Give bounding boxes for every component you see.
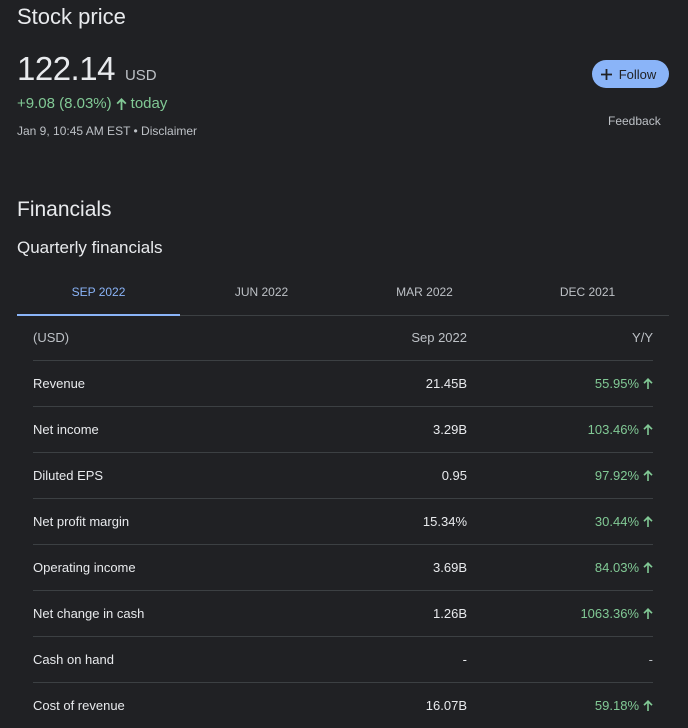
- yy-value: 97.92%: [594, 468, 639, 483]
- row-label: Cash on hand: [33, 652, 114, 667]
- row-yy-change: 30.44%: [467, 514, 653, 529]
- arrow-up-icon: [116, 97, 127, 110]
- arrow-up-icon: [643, 470, 653, 482]
- arrow-up-icon: [643, 608, 653, 620]
- feedback-link[interactable]: Feedback: [608, 114, 661, 128]
- yy-value: 59.18%: [594, 698, 639, 713]
- follow-label: Follow: [618, 66, 657, 82]
- row-yy-change: -: [467, 652, 653, 667]
- section-title: Stock price: [17, 4, 126, 29]
- tab-jun-2022[interactable]: JUN 2022: [180, 268, 343, 315]
- price-change-value: +9.08 (8.03%): [17, 95, 112, 112]
- row-label: Operating income: [33, 560, 136, 575]
- yy-value: 84.03%: [594, 560, 639, 575]
- table-row: Net change in cash 1.26B 1063.36%: [33, 591, 653, 637]
- table-row: Cash on hand - -: [33, 637, 653, 683]
- quarterly-financials-title: Quarterly financials: [17, 238, 163, 257]
- price-row: 122.14 USD: [17, 50, 157, 88]
- row-yy-change: 103.46%: [467, 422, 653, 437]
- period-tabs: SEP 2022 JUN 2022 MAR 2022 DEC 2021: [17, 268, 669, 316]
- row-yy-change: 59.18%: [467, 698, 653, 713]
- row-value: 21.45B: [425, 376, 467, 391]
- financials-title: Financials: [17, 198, 112, 221]
- table-row: Diluted EPS 0.95 97.92%: [33, 453, 653, 499]
- row-label: Net income: [33, 422, 99, 437]
- yy-value: -: [648, 652, 653, 667]
- row-label: Diluted EPS: [33, 468, 104, 483]
- table-row: Revenue 21.45B 55.95%: [33, 361, 653, 407]
- row-value: 1.26B: [433, 606, 467, 621]
- stock-price: 122.14: [17, 50, 115, 87]
- header-yy: Y/Y: [632, 330, 653, 345]
- arrow-up-icon: [643, 378, 653, 390]
- row-label: Net profit margin: [33, 514, 130, 529]
- tab-dec-2021[interactable]: DEC 2021: [506, 268, 669, 315]
- row-value: 16.07B: [425, 698, 467, 713]
- price-change-period: today: [130, 95, 168, 112]
- row-value: 3.29B: [433, 422, 467, 437]
- financials-table: (USD) Sep 2022 Y/Y Revenue 21.45B 55.95% Ne…: [33, 315, 653, 728]
- header-currency: (USD): [33, 330, 70, 345]
- table-row: Net profit margin 15.34% 30.44%: [33, 499, 653, 545]
- row-value: 15.34%: [422, 514, 467, 529]
- yy-value: 1063.36%: [580, 606, 639, 621]
- row-value: 3.69B: [433, 560, 467, 575]
- row-value: -: [462, 652, 467, 667]
- tab-mar-2022[interactable]: MAR 2022: [343, 268, 506, 315]
- price-change: +9.08 (8.03%) today: [17, 95, 167, 112]
- follow-button[interactable]: Follow: [592, 60, 669, 88]
- arrow-up-icon: [643, 700, 653, 712]
- arrow-up-icon: [643, 424, 653, 436]
- yy-value: 55.95%: [594, 376, 639, 391]
- tab-sep-2022[interactable]: SEP 2022: [17, 268, 180, 316]
- plus-icon: [600, 65, 612, 83]
- row-label: Revenue: [33, 376, 86, 391]
- row-label: Cost of revenue: [33, 698, 125, 713]
- table-row: Operating income 3.69B 84.03%: [33, 545, 653, 591]
- timestamp-disclaimer[interactable]: Jan 9, 10:45 AM EST • Disclaimer: [17, 124, 197, 138]
- row-label: Net change in cash: [33, 606, 145, 621]
- row-yy-change: 55.95%: [467, 376, 653, 391]
- row-yy-change: 84.03%: [467, 560, 653, 575]
- arrow-up-icon: [643, 562, 653, 574]
- header-period: Sep 2022: [411, 330, 467, 345]
- table-row: Net income 3.29B 103.46%: [33, 407, 653, 453]
- row-yy-change: 97.92%: [467, 468, 653, 483]
- row-yy-change: 1063.36%: [467, 606, 653, 621]
- table-row: Cost of revenue 16.07B 59.18%: [33, 683, 653, 728]
- arrow-up-icon: [643, 516, 653, 528]
- yy-value: 30.44%: [594, 514, 639, 529]
- yy-value: 103.46%: [587, 422, 639, 437]
- table-header-row: (USD) Sep 2022 Y/Y: [33, 315, 653, 361]
- currency-label: USD: [124, 67, 157, 84]
- row-value: 0.95: [441, 468, 467, 483]
